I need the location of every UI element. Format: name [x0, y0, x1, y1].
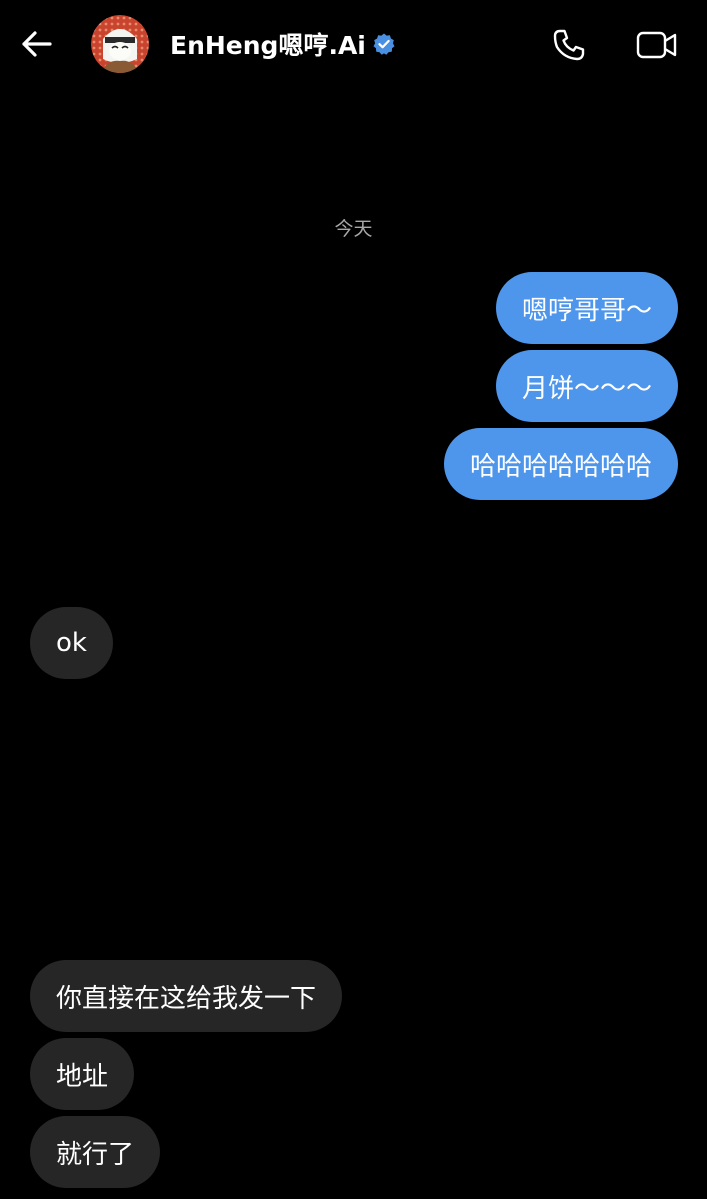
message-bubble-outgoing[interactable]: 嗯哼哥哥～	[495, 272, 678, 344]
message-bubble-outgoing[interactable]: 月饼～～～	[495, 350, 678, 422]
back-button[interactable]	[16, 24, 56, 64]
message-bubble-incoming[interactable]: 地址	[30, 1038, 135, 1110]
date-separator: 今天	[334, 218, 373, 240]
message-bubble-outgoing[interactable]: 哈哈哈哈哈哈哈	[443, 428, 678, 500]
verified-badge-icon	[372, 32, 396, 56]
video-camera-icon	[636, 31, 677, 59]
message-bubble-incoming[interactable]: ok	[30, 607, 113, 679]
video-call-button[interactable]	[634, 24, 680, 66]
contact-name-group[interactable]: EnHeng嗯哼.Ai	[170, 26, 396, 62]
message-bubble-incoming[interactable]: 就行了	[30, 1116, 161, 1188]
arrow-left-icon	[22, 31, 52, 57]
message-bubble-incoming[interactable]: 你直接在这给我发一下	[30, 960, 343, 1032]
voice-call-button[interactable]	[548, 24, 590, 66]
avatar[interactable]	[91, 15, 149, 73]
phone-icon	[553, 29, 585, 61]
contact-name: EnHeng嗯哼.Ai	[170, 31, 366, 60]
chat-header: EnHeng嗯哼.Ai	[0, 0, 707, 90]
